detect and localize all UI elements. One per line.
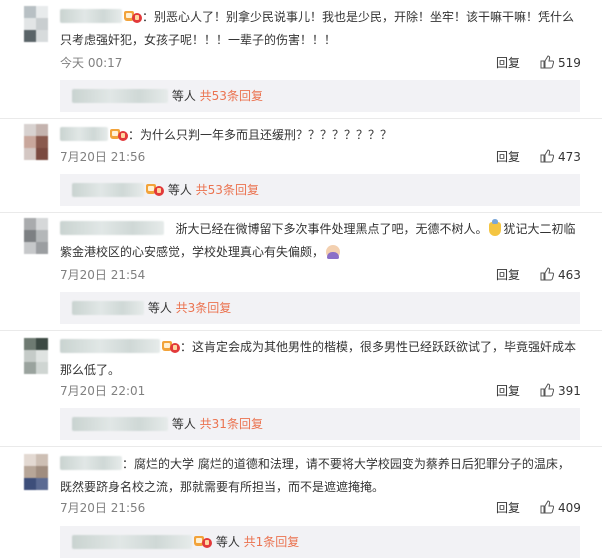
like-button[interactable]: 473	[540, 149, 581, 165]
reply-count-link[interactable]: 共1条回复	[244, 535, 300, 549]
like-count: 391	[558, 384, 581, 398]
username[interactable]	[60, 221, 164, 235]
thumbs-up-icon	[540, 149, 554, 163]
username[interactable]	[60, 456, 122, 470]
reply-count-link[interactable]: 共3条回复	[176, 301, 232, 315]
sub-replies[interactable]: 等人 共53条回复	[60, 174, 580, 206]
comment-time: 7月20日 21:54	[60, 268, 146, 282]
comment-item: ：腐烂的大学 腐烂的道德和法理，请不要将大学校园变为蔡养日后犯罪分子的温床， 既…	[0, 446, 602, 559]
comment-text-line: ：为什么只判一年多而且还缓刑？？？？？？？？	[60, 124, 578, 146]
reply-button[interactable]: 回复	[496, 267, 520, 283]
thumbs-up-icon	[540, 500, 554, 514]
comment-text-line: 既然要跻身名校之流，那就需要有所担当，而不是遮遮掩掩。	[60, 480, 385, 494]
like-button[interactable]: 391	[540, 383, 581, 399]
comment-text-line: ：这肯定会成为其他男性的楷模，很多男性已经跃跃欲试了，毕竟强奸成本	[60, 336, 578, 358]
candle-emoji-icon	[489, 219, 502, 236]
avatar[interactable]	[24, 454, 48, 492]
vip-crown-icon	[194, 535, 212, 549]
sub-replies[interactable]: 等人 共3条回复	[60, 292, 580, 324]
reply-button[interactable]: 回复	[496, 55, 520, 71]
comment-text-line: 那么低了。	[60, 363, 121, 377]
like-count: 463	[558, 268, 581, 282]
avatar[interactable]	[24, 338, 48, 376]
comment-time: 今天 00:17	[60, 56, 123, 70]
username[interactable]	[72, 183, 144, 197]
like-button[interactable]: 409	[540, 500, 581, 516]
thumbs-up-icon	[540, 267, 554, 281]
avatar[interactable]	[24, 6, 48, 44]
avatar[interactable]	[24, 218, 48, 256]
person-emoji-icon	[326, 245, 341, 259]
username[interactable]	[72, 301, 144, 315]
comment-item: ：这肯定会成为其他男性的楷模，很多男性已经跃跃欲试了，毕竟强奸成本 那么低了。 …	[0, 330, 602, 446]
username[interactable]	[72, 417, 168, 431]
comment-text-line: 紫金港校区的心安感觉，学校处理真心有失偏颇，	[60, 241, 578, 263]
avatar[interactable]	[24, 124, 48, 162]
username[interactable]	[60, 9, 122, 23]
comment-item: ：别恶心人了！别拿少民说事儿！我也是少民，开除！坐牢！该干嘛干嘛！凭什么 只考虑…	[0, 0, 602, 118]
reply-count-link[interactable]: 共53条回复	[200, 89, 263, 103]
comment-text-line: ：腐烂的大学 腐烂的道德和法理，请不要将大学校园变为蔡养日后犯罪分子的温床，	[60, 453, 578, 475]
vip-crown-icon	[124, 10, 142, 24]
sub-replies[interactable]: 等人 共53条回复	[60, 80, 580, 112]
username[interactable]	[60, 127, 108, 141]
sub-replies[interactable]: 等人 共1条回复	[60, 526, 580, 558]
comment-time: 7月20日 21:56	[60, 150, 146, 164]
like-count: 473	[558, 150, 581, 164]
like-button[interactable]: 519	[540, 55, 581, 71]
comment-time: 7月20日 21:56	[60, 501, 146, 515]
thumbs-up-icon	[540, 383, 554, 397]
comment-item: 浙大已经在微博留下多次事件处理黑点了吧，无德不树人。 犹记大二初临 紫金港校区的心…	[0, 212, 602, 330]
username[interactable]	[72, 535, 192, 549]
like-button[interactable]: 463	[540, 267, 581, 283]
like-count: 519	[558, 56, 581, 70]
like-count: 409	[558, 501, 581, 515]
comment-time: 7月20日 22:01	[60, 384, 146, 398]
username[interactable]	[72, 89, 168, 103]
reply-button[interactable]: 回复	[496, 383, 520, 399]
sub-replies[interactable]: 等人 共31条回复	[60, 408, 580, 440]
reply-count-link[interactable]: 共53条回复	[196, 183, 259, 197]
username[interactable]	[60, 339, 160, 353]
comment-item: ：为什么只判一年多而且还缓刑？？？？？？？？ 7月20日 21:56 回复 47…	[0, 118, 602, 212]
vip-crown-icon	[110, 128, 128, 142]
reply-button[interactable]: 回复	[496, 149, 520, 165]
reply-button[interactable]: 回复	[496, 500, 520, 516]
comment-text-line: 浙大已经在微博留下多次事件处理黑点了吧，无德不树人。 犹记大二初临	[60, 218, 578, 240]
comment-text-line: 只考虑强奸犯，女孩子呢！！！一辈子的伤害！！！	[60, 33, 337, 47]
comment-text-line: ：别恶心人了！别拿少民说事儿！我也是少民，开除！坐牢！该干嘛干嘛！凭什么	[60, 6, 578, 28]
reply-count-link[interactable]: 共31条回复	[200, 417, 263, 431]
thumbs-up-icon	[540, 55, 554, 69]
vip-crown-icon	[146, 183, 164, 197]
vip-crown-icon	[162, 340, 180, 354]
